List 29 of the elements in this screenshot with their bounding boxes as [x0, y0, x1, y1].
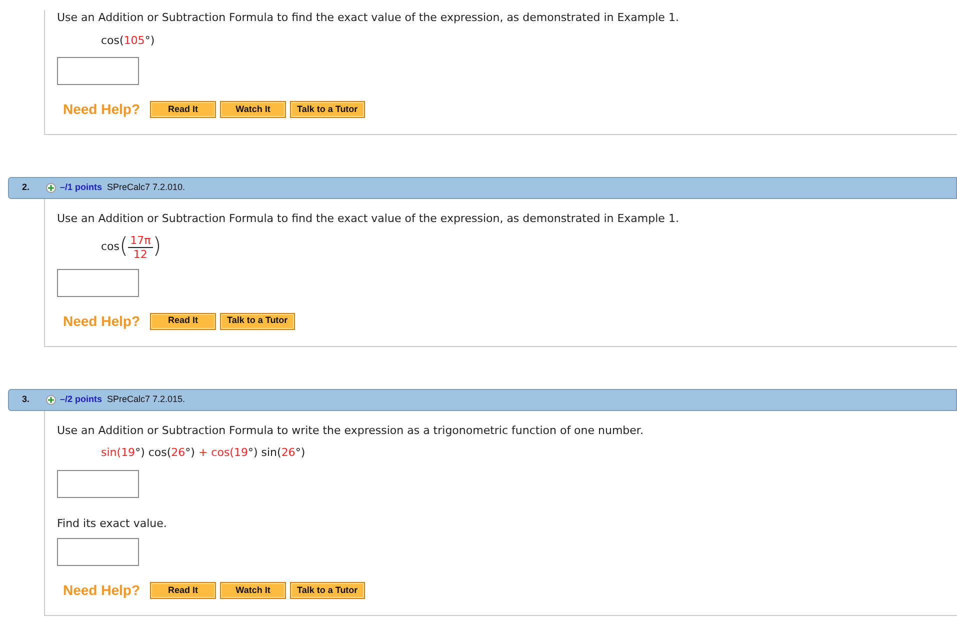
answer-field[interactable] [57, 470, 139, 498]
question-text: Use an Addition or Subtraction Formula to find the exact value of the expression, as demonstrated in Example 1. [57, 211, 680, 227]
plus-icon[interactable] [46, 394, 56, 404]
help-button[interactable]: Talk to a Tutor [290, 582, 365, 599]
question-text: Use an Addition or Subtraction Formula to find the exact value of the expression, as demonstrated in Example 1. [57, 10, 680, 26]
plus-icon[interactable] [46, 183, 56, 193]
question-text: Use an Addition or Subtraction Formula to write the expression as a trigonometric function of one number. [57, 422, 644, 438]
need-help-label: Need Help? [63, 312, 140, 331]
help-button[interactable]: Read It [150, 101, 216, 118]
math-expression: cos(105°) [101, 32, 155, 48]
help-button[interactable]: Talk to a Tutor [290, 101, 365, 118]
question-text: Find its exact value. [57, 516, 168, 532]
points-label: –/1 points [60, 181, 102, 194]
source-label: SPreCalc7 7.2.015. [107, 392, 186, 406]
help-button[interactable]: Talk to a Tutor [220, 312, 295, 330]
help-button[interactable]: Watch It [220, 101, 286, 118]
help-button[interactable]: Read It [150, 312, 216, 330]
question-number: 3. [22, 392, 31, 406]
points-label: –/2 points [60, 392, 102, 406]
question-number: 2. [22, 181, 31, 194]
math-expression: sin(19°) cos(26°) + cos(19°) sin(26°) [101, 445, 306, 461]
answer-field[interactable] [57, 268, 139, 296]
source-label: SPreCalc7 7.2.010. [107, 181, 186, 194]
need-help-label: Need Help? [63, 581, 140, 600]
answer-field[interactable] [57, 538, 139, 566]
help-button[interactable]: Watch It [220, 582, 286, 599]
answer-field[interactable] [57, 57, 139, 85]
need-help-label: Need Help? [63, 100, 140, 119]
help-button[interactable]: Read It [150, 582, 216, 599]
